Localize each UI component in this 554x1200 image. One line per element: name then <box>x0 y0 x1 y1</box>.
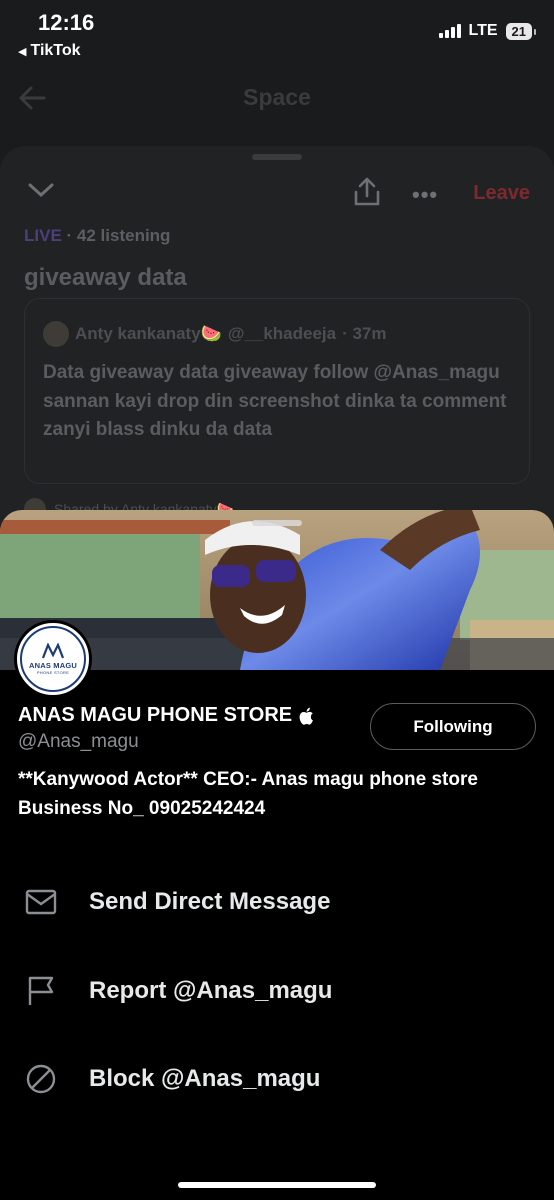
status-indicators: LTE 21 <box>438 22 537 40</box>
block-icon <box>24 1062 58 1096</box>
listener-count: · 42 listening <box>66 226 171 245</box>
page-title: Space <box>243 84 311 110</box>
menu-item-label: Block @Anas_magu <box>89 1065 321 1092</box>
back-to-app-link[interactable]: ◀ TikTok <box>18 42 81 60</box>
block-user-button[interactable]: Block @Anas_magu <box>0 1044 554 1114</box>
drag-handle[interactable] <box>252 520 302 526</box>
chevron-down-icon[interactable] <box>28 182 54 198</box>
profile-bio: **Kanywood Actor** CEO:- Anas magu phone… <box>18 769 478 819</box>
profile-name-text: ANAS MAGU PHONE STORE <box>18 704 293 726</box>
space-title: giveaway data <box>24 264 187 291</box>
tweet-author: Anty kankanaty🍉 <box>75 324 222 343</box>
back-arrow-icon: ◀ <box>18 45 27 58</box>
status-time: 12:16 <box>38 10 95 35</box>
profile-name: ANAS MAGU PHONE STORE <box>18 704 314 727</box>
tweet-time: · 37m <box>342 324 387 343</box>
drag-handle[interactable] <box>252 154 302 160</box>
live-status: LIVE · 42 listening <box>24 226 170 246</box>
tweet-header: Anty kankanaty🍉 @__khadeeja · 37m <box>43 321 387 347</box>
signal-icon <box>438 24 461 38</box>
send-direct-message-button[interactable]: Send Direct Message <box>0 867 554 937</box>
back-app-label: TikTok <box>30 42 81 59</box>
leave-button[interactable]: Leave <box>473 182 530 205</box>
background-screen: Space ••• Leave LIVE · 42 listening give… <box>0 68 554 586</box>
menu-item-label: Send Direct Message <box>89 888 331 915</box>
envelope-icon <box>24 885 58 919</box>
profile-sheet: ANAS MAGU PHONE STORE ANAS MAGU PHONE ST… <box>0 510 554 1200</box>
flag-icon <box>24 974 58 1008</box>
tweet-handle: @__khadeeja <box>227 324 337 343</box>
report-user-button[interactable]: Report @Anas_magu <box>0 956 554 1026</box>
avatar[interactable]: ANAS MAGU PHONE STORE <box>14 620 92 698</box>
status-bar: 12:16 ◀ TikTok LTE 21 <box>0 0 554 68</box>
home-indicator[interactable] <box>178 1182 376 1188</box>
share-icon[interactable] <box>352 176 382 208</box>
battery-icon: 21 <box>505 22 537 40</box>
live-badge: LIVE <box>24 226 62 245</box>
menu-item-label: Report @Anas_magu <box>89 977 333 1004</box>
more-options-icon[interactable]: ••• <box>412 182 438 208</box>
logo-text: ANAS MAGU <box>28 661 78 670</box>
profile-handle: @Anas_magu <box>18 731 139 752</box>
apple-logo-icon <box>299 707 314 725</box>
following-button[interactable]: Following <box>370 703 536 750</box>
logo-mark-icon <box>42 643 64 659</box>
avatar <box>43 321 69 347</box>
pinned-tweet[interactable]: Anty kankanaty🍉 @__khadeeja · 37m Data g… <box>24 298 530 484</box>
logo-subtext: PHONE STORE <box>36 670 70 675</box>
tweet-body: Data giveaway data giveaway follow @Anas… <box>43 362 507 440</box>
network-label: LTE <box>468 22 498 39</box>
